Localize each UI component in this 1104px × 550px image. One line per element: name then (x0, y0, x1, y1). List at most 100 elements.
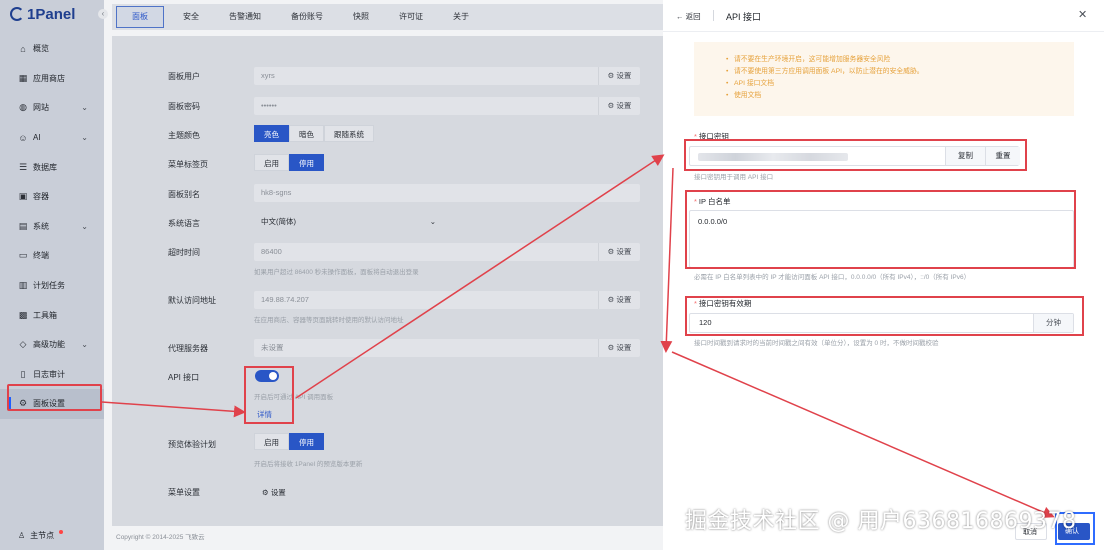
annotation-box-api-toggle (244, 366, 294, 424)
drawer-header: ← 返回 API 接口 ✕ (663, 0, 1104, 32)
tab-5[interactable]: 许可证 (384, 4, 438, 30)
sidebar-item-6[interactable]: ▤ 系统 ⌄ (0, 212, 104, 242)
sidebar-item-label: 概览 (33, 44, 49, 54)
robot-icon: ☺ (18, 132, 28, 143)
sidebar-item-label: 计划任务 (33, 281, 65, 291)
database-icon: ☰ (18, 161, 28, 172)
settings-tabs: 面板 安全 告警通知 备份账号 快照 许可证 关于 (112, 4, 667, 30)
panel-password-label: 面板密码 (168, 102, 200, 111)
annotation-box-secret (684, 139, 1027, 171)
chevron-down-icon: ⌄ (81, 340, 88, 350)
timeout-set-button[interactable]: ⚙ 设置 (598, 243, 640, 261)
sidebar-item-8[interactable]: ▥ 计划任务 (0, 271, 104, 301)
proxy-set-label: 设置 (616, 343, 632, 352)
sidebar-item-0[interactable]: ⌂ 概览 (0, 34, 104, 64)
default-address-hint: 在应用商店、容器等页面跳转时使用的默认访问地址 (254, 317, 404, 324)
timeout-set-label: 设置 (616, 247, 632, 256)
panel-alias-input[interactable]: hk8-sgns (254, 184, 640, 202)
warning-item-3[interactable]: 使用文档 (726, 90, 1074, 102)
timeout-label: 超时时间 (168, 248, 200, 257)
language-value: 中文(简体) (261, 217, 296, 226)
language-select[interactable]: 中文(简体) ⌄ (254, 213, 444, 231)
server-icon: ▤ (18, 220, 28, 231)
back-label: 返回 (685, 12, 701, 21)
sidebar-item-label: 工具箱 (33, 310, 57, 320)
seg-menutab-option-0[interactable]: 启用 (254, 154, 289, 171)
back-button[interactable]: ← 返回 (676, 11, 701, 22)
close-icon[interactable]: ✕ (1078, 8, 1087, 21)
node-label: 主节点 (30, 531, 55, 540)
app-name: 1Panel (27, 5, 76, 23)
default-address-field: 149.88.74.207 ⚙ 设置 (254, 291, 640, 309)
sidebar-item-3[interactable]: ☺ AI ⌄ (0, 123, 104, 153)
seg-preview-option-1[interactable]: 停用 (289, 433, 324, 450)
chevron-down-icon: ⌄ (81, 103, 88, 113)
sidebar-item-7[interactable]: ▭ 终端 (0, 241, 104, 271)
seg-menutab-option-1[interactable]: 停用 (289, 154, 324, 171)
tab-0[interactable]: 面板 (116, 6, 164, 28)
whitelist-hint: 必需在 IP 白名单列表中的 IP 才能访问面板 API 接口，0.0.0.0/… (694, 274, 971, 281)
annotation-box-whitelist (685, 190, 1076, 269)
timeout-value: 86400 (261, 247, 282, 256)
user-icon: ♙ (18, 531, 26, 540)
default-address-value: 149.88.74.207 (261, 295, 309, 304)
annotation-box-sidebar (7, 384, 102, 411)
diamond-icon: ◇ (19, 339, 27, 350)
panel-user-set-label: 设置 (616, 71, 632, 80)
api-label: API 接口 (168, 373, 200, 382)
panel-alias-value: hk8-sgns (261, 188, 292, 197)
annotation-box-validity (685, 296, 1084, 336)
seg-theme-option-0[interactable]: 亮色 (254, 125, 289, 142)
panel-password-set-button[interactable]: ⚙ 设置 (598, 97, 640, 115)
tab-6[interactable]: 关于 (438, 4, 484, 30)
proxy-set-button[interactable]: ⚙ 设置 (598, 339, 640, 357)
timeout-hint: 如果用户超过 86400 秒未操作面板，面板将自动退出登录 (254, 269, 419, 276)
collapse-sidebar-icon[interactable]: ‹ (98, 9, 108, 19)
sidebar-item-label: 日志审计 (33, 369, 65, 379)
panel-user-set-button[interactable]: ⚙ 设置 (598, 67, 640, 85)
default-address-set-button[interactable]: ⚙ 设置 (598, 291, 640, 309)
terminal-icon: ▭ (18, 250, 28, 261)
default-address-label: 默认访问地址 (168, 296, 216, 305)
sidebar-item-label: 高级功能 (33, 340, 65, 350)
sidebar-item-9[interactable]: ▩ 工具箱 (0, 300, 104, 330)
globe-icon: ◍ (19, 102, 27, 113)
sidebar-item-4[interactable]: ☰ 数据库 (0, 152, 104, 182)
sidebar-item-label: 容器 (33, 192, 49, 202)
secret-hint: 接口密钥用于调用 API 接口 (694, 174, 774, 181)
panel-password-value: •••••• (261, 101, 277, 110)
language-label: 系统语言 (168, 219, 200, 228)
header-divider (713, 10, 714, 21)
tab-4[interactable]: 快照 (338, 4, 384, 30)
theme-selector: 亮色 暗色 跟随系统 (254, 125, 374, 142)
validity-hint: 接口时间戳到请求时的当前时间戳之间有效（单位分），设置为 0 时，不做时间戳校验 (694, 340, 939, 347)
proxy-value: 未设置 (261, 343, 284, 352)
api-drawer: ← 返回 API 接口 ✕ 请不要在生产环境开启，这可能增加服务器安全风险请不要… (663, 0, 1104, 550)
sidebar-item-label: 网站 (33, 103, 49, 113)
sidebar-item-label: 终端 (33, 251, 49, 261)
log-icon: ▯ (20, 368, 26, 379)
menu-settings-button[interactable]: ⚙ 设置 (262, 487, 286, 498)
sidebar-item-1[interactable]: ▦ 应用商店 (0, 64, 104, 94)
sidebar-item-10[interactable]: ◇ 高级功能 ⌄ (0, 330, 104, 360)
tab-1[interactable]: 安全 (168, 4, 214, 30)
chevron-down-icon: ⌄ (429, 217, 436, 226)
sidebar-item-5[interactable]: ▣ 容器 (0, 182, 104, 212)
chevron-down-icon: ⌄ (81, 133, 88, 143)
menu-settings-set-label: 设置 (270, 488, 286, 497)
container-icon: ▣ (18, 191, 28, 202)
preview-hint: 开启后将接收 1Panel 的预览版本更新 (254, 461, 363, 468)
seg-theme-option-2[interactable]: 跟随系统 (324, 125, 374, 142)
seg-theme-option-1[interactable]: 暗色 (289, 125, 324, 142)
seg-preview-option-0[interactable]: 启用 (254, 433, 289, 450)
tab-2[interactable]: 告警通知 (214, 4, 276, 30)
preview-selector: 启用 停用 (254, 433, 324, 450)
tab-3[interactable]: 备份账号 (276, 4, 338, 30)
panel-password-set-label: 设置 (616, 101, 632, 110)
sidebar-nav: ⌂ 概览 ▦ 应用商店 ◍ 网站 ⌄ ☺ AI ⌄ ☰ 数据库 ▣ 容器 ▤ 系统 ⌄ ▭ 终端 ▥ 计划任务 ▩ 工具箱 ◇… (0, 34, 104, 419)
sidebar-node-selector[interactable]: ♙ 主节点 (18, 529, 64, 541)
panel-user-value: xyrs (261, 71, 275, 80)
warning-item-2[interactable]: API 接口文档 (726, 78, 1074, 90)
sidebar-item-2[interactable]: ◍ 网站 ⌄ (0, 93, 104, 123)
drawer-title: API 接口 (726, 12, 762, 22)
